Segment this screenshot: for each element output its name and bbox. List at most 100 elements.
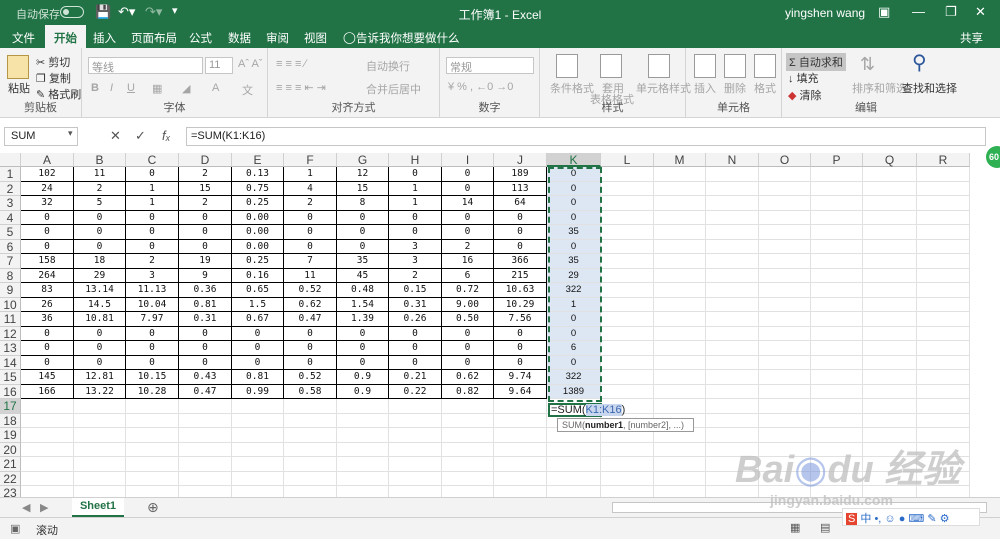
cell-i8[interactable]: 6 (442, 268, 494, 283)
cell-o14[interactable] (759, 355, 811, 370)
cell-l8[interactable] (601, 268, 654, 283)
cell-b19[interactable] (74, 428, 126, 443)
cell-p9[interactable] (811, 283, 863, 298)
cell-i19[interactable] (442, 428, 494, 443)
cell-e1[interactable]: 0.13 (232, 167, 284, 182)
cell-n15[interactable] (706, 370, 759, 385)
cell-o2[interactable] (759, 181, 811, 196)
cell-i9[interactable]: 0.72 (442, 283, 494, 298)
cell-f19[interactable] (284, 428, 337, 443)
row-header-11[interactable]: 11 (0, 312, 21, 327)
cell-q2[interactable] (863, 181, 917, 196)
merge-center-button[interactable]: 合并后居中 (366, 81, 421, 97)
cell-f21[interactable] (284, 457, 337, 472)
cell-c11[interactable]: 7.97 (126, 312, 179, 327)
cell-h3[interactable]: 1 (389, 196, 442, 211)
cell-g22[interactable] (337, 471, 389, 486)
cell-d5[interactable]: 0 (179, 225, 232, 240)
cell-m15[interactable] (654, 370, 706, 385)
fill-button[interactable]: ↓ 填充 (788, 70, 819, 86)
col-header-p[interactable]: P (811, 153, 863, 167)
cell-c7[interactable]: 2 (126, 254, 179, 269)
cell-c4[interactable]: 0 (126, 210, 179, 225)
add-sheet-icon[interactable]: ⊕ (147, 499, 159, 516)
row-header-12[interactable]: 12 (0, 326, 21, 341)
cell-h15[interactable]: 0.21 (389, 370, 442, 385)
cell-a11[interactable]: 36 (21, 312, 74, 327)
cell-m5[interactable] (654, 225, 706, 240)
insert-function-icon[interactable]: fₓ (162, 128, 171, 143)
col-header-k[interactable]: K (547, 153, 601, 167)
cell-j19[interactable] (494, 428, 547, 443)
tab-view[interactable]: 视图 (304, 30, 327, 46)
cell-d12[interactable]: 0 (179, 326, 232, 341)
cell-c12[interactable]: 0 (126, 326, 179, 341)
cell-o13[interactable] (759, 341, 811, 356)
cell-n4[interactable] (706, 210, 759, 225)
cell-r6[interactable] (917, 239, 970, 254)
cell-f6[interactable]: 0 (284, 239, 337, 254)
cell-l10[interactable] (601, 297, 654, 312)
cell-f13[interactable]: 0 (284, 341, 337, 356)
cell-j20[interactable] (494, 442, 547, 457)
cell-k20[interactable] (547, 442, 601, 457)
tab-formulas[interactable]: 公式 (189, 30, 212, 46)
cell-a5[interactable]: 0 (21, 225, 74, 240)
cell-h6[interactable]: 3 (389, 239, 442, 254)
cell-i20[interactable] (442, 442, 494, 457)
cell-q13[interactable] (863, 341, 917, 356)
cell-p12[interactable] (811, 326, 863, 341)
cell-c20[interactable] (126, 442, 179, 457)
cell-r17[interactable] (917, 399, 970, 414)
cell-l9[interactable] (601, 283, 654, 298)
cell-q15[interactable] (863, 370, 917, 385)
cell-n7[interactable] (706, 254, 759, 269)
conditional-format-icon[interactable] (556, 54, 578, 78)
autosave-toggle[interactable] (60, 6, 84, 18)
cell-j15[interactable]: 9.74 (494, 370, 547, 385)
name-box[interactable]: SUM (4, 127, 78, 146)
cell-d8[interactable]: 9 (179, 268, 232, 283)
cell-m10[interactable] (654, 297, 706, 312)
cell-n16[interactable] (706, 384, 759, 399)
cell-g17[interactable] (337, 399, 389, 414)
cell-r1[interactable] (917, 167, 970, 182)
cell-i4[interactable]: 0 (442, 210, 494, 225)
cell-d14[interactable]: 0 (179, 355, 232, 370)
col-header-n[interactable]: N (706, 153, 759, 167)
cell-m12[interactable] (654, 326, 706, 341)
cell-r12[interactable] (917, 326, 970, 341)
minimize-icon[interactable]: — (912, 4, 925, 19)
cell-g18[interactable] (337, 413, 389, 428)
cell-a17[interactable] (21, 399, 74, 414)
cell-l7[interactable] (601, 254, 654, 269)
tell-me-search[interactable]: 告诉我你想要做什么 (356, 30, 460, 46)
row-header-1[interactable]: 1 (0, 167, 21, 182)
cell-g15[interactable]: 0.9 (337, 370, 389, 385)
cell-l5[interactable] (601, 225, 654, 240)
cell-n9[interactable] (706, 283, 759, 298)
cell-a14[interactable]: 0 (21, 355, 74, 370)
cell-j16[interactable]: 9.64 (494, 384, 547, 399)
cell-r14[interactable] (917, 355, 970, 370)
cell-o11[interactable] (759, 312, 811, 327)
cell-a22[interactable] (21, 471, 74, 486)
row-header-3[interactable]: 3 (0, 196, 21, 211)
cell-j14[interactable]: 0 (494, 355, 547, 370)
cell-d9[interactable]: 0.36 (179, 283, 232, 298)
cell-p16[interactable] (811, 384, 863, 399)
cell-i11[interactable]: 0.50 (442, 312, 494, 327)
cell-d16[interactable]: 0.47 (179, 384, 232, 399)
cell-g13[interactable]: 0 (337, 341, 389, 356)
tab-review[interactable]: 审阅 (266, 30, 289, 46)
cell-q10[interactable] (863, 297, 917, 312)
cell-b20[interactable] (74, 442, 126, 457)
cell-o10[interactable] (759, 297, 811, 312)
cell-l3[interactable] (601, 196, 654, 211)
cell-i17[interactable] (442, 399, 494, 414)
col-header-r[interactable]: R (917, 153, 970, 167)
cell-b7[interactable]: 18 (74, 254, 126, 269)
cell-r8[interactable] (917, 268, 970, 283)
cell-i7[interactable]: 16 (442, 254, 494, 269)
cell-d10[interactable]: 0.81 (179, 297, 232, 312)
